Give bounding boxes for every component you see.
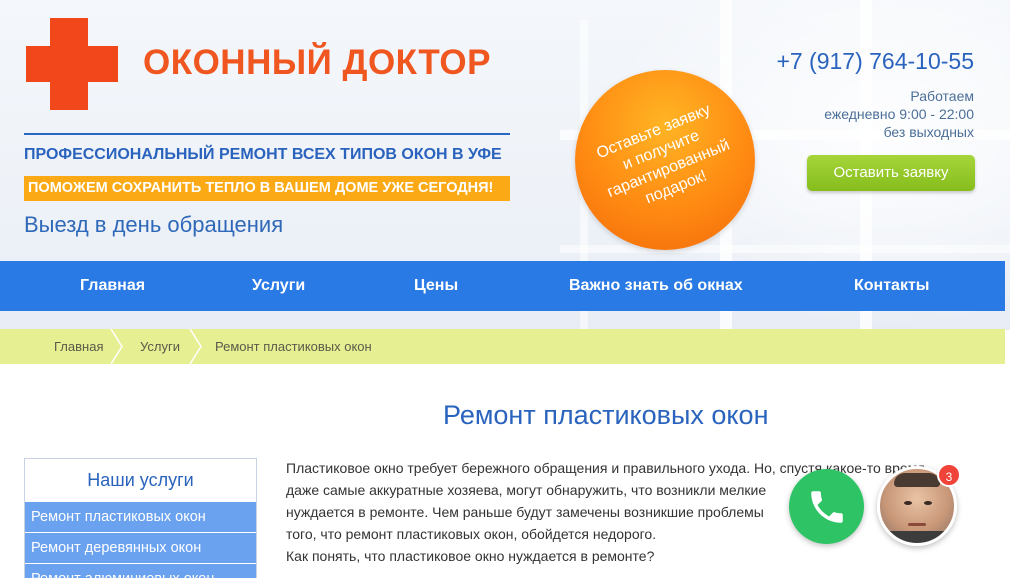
callback-button[interactable]: [789, 469, 864, 544]
promo-banner: ПОМОЖЕМ СОХРАНИТЬ ТЕПЛО В ВАШЕМ ДОМЕ УЖЕ…: [24, 176, 510, 201]
brand-name[interactable]: ОКОННЫЙ ДОКТОР: [143, 43, 491, 83]
breadcrumb-home[interactable]: Главная: [54, 329, 103, 364]
services-sidebar: Наши услуги Ремонт пластиковых окон Ремо…: [24, 458, 257, 578]
nav-item-services[interactable]: Услуги: [252, 261, 305, 311]
divider: [24, 133, 510, 135]
phone-icon: [810, 490, 843, 523]
nav-item-windows-info[interactable]: Важно знать об окнах: [569, 261, 743, 311]
sidebar-item-aluminium-windows[interactable]: Ремонт алюминиевых окон: [25, 563, 256, 578]
sidebar-item-wooden-windows[interactable]: Ремонт деревянных окон: [25, 532, 256, 563]
working-hours: Работаем ежедневно 9:00 - 22:00 без выхо…: [824, 88, 974, 140]
offer-circle-text: Оставьте заявку и получите гарантированн…: [594, 101, 733, 208]
tagline: ПРОФЕССИОНАЛЬНЫЙ РЕМОНТ ВСЕХ ТИПОВ ОКОН …: [24, 146, 502, 163]
nav-item-prices[interactable]: Цены: [414, 261, 458, 311]
breadcrumb: Главная Услуги Ремонт пластиковых окон: [0, 329, 1005, 364]
chevron-right-icon: [189, 329, 202, 364]
breadcrumb-services[interactable]: Услуги: [140, 329, 180, 364]
nav-item-contacts[interactable]: Контакты: [854, 261, 929, 311]
visit-note: Выезд в день обращения: [24, 212, 284, 237]
chevron-right-icon: [110, 329, 123, 364]
phone-number[interactable]: +7 (917) 764-10-55: [776, 48, 974, 75]
paragraph-line: Пластиковое окно требует бережного обращ…: [286, 460, 929, 476]
paragraph-line: Как понять, что пластиковое окно нуждает…: [286, 548, 655, 564]
nav-item-home[interactable]: Главная: [80, 261, 145, 311]
notification-badge: 3: [937, 463, 961, 487]
breadcrumb-current: Ремонт пластиковых окон: [215, 339, 372, 354]
leave-request-button[interactable]: Оставить заявку: [807, 155, 975, 191]
sidebar-title: Наши услуги: [87, 470, 194, 490]
offer-circle[interactable]: Оставьте заявку и получите гарантированн…: [575, 70, 755, 250]
main-nav: Главная Услуги Цены Важно знать об окнах…: [0, 261, 1005, 311]
page-title: Ремонт пластиковых окон: [443, 400, 769, 430]
sidebar-item-plastic-windows[interactable]: Ремонт пластиковых окон: [25, 501, 256, 532]
